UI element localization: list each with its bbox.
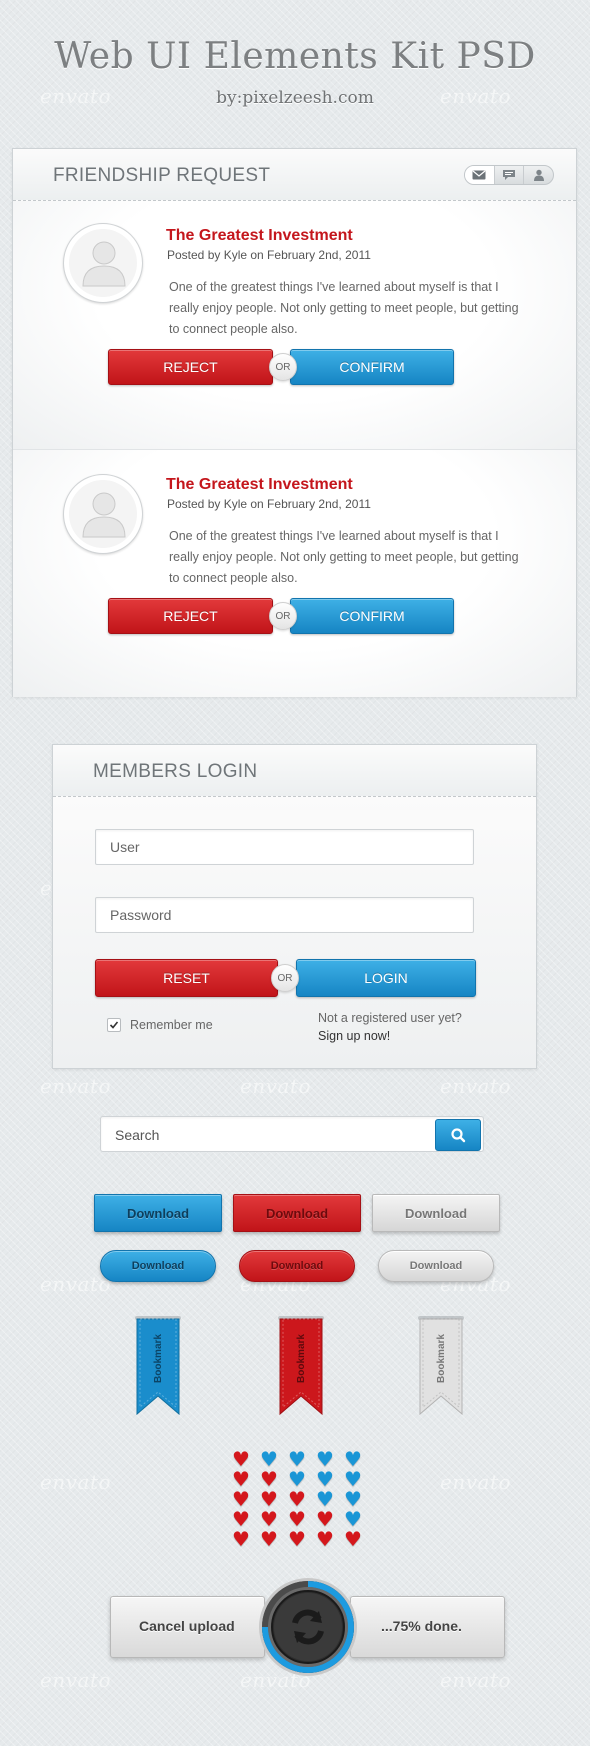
reject-button[interactable]: REJECT: [108, 598, 273, 634]
search-input[interactable]: Search: [115, 1127, 159, 1143]
watermark: envato: [440, 1668, 512, 1692]
chat-icon[interactable]: [493, 166, 524, 184]
user-icon[interactable]: [523, 166, 553, 184]
avatar: [63, 474, 143, 554]
bookmark-ribbon-blue[interactable]: Bookmark: [135, 1316, 181, 1416]
blue-heart-icon[interactable]: ♥: [288, 1449, 306, 1469]
red-heart-icon[interactable]: ♥: [288, 1509, 306, 1529]
refresh-icon[interactable]: [286, 1605, 330, 1649]
blue-heart-icon[interactable]: ♥: [316, 1489, 334, 1509]
red-heart-icon[interactable]: ♥: [316, 1529, 334, 1549]
page-title: Web UI Elements Kit PSD: [54, 36, 536, 77]
post-title[interactable]: The Greatest Investment: [166, 227, 353, 245]
red-heart-icon[interactable]: ♥: [316, 1509, 334, 1529]
user-field[interactable]: User: [95, 829, 474, 865]
post-body: One of the greatest things I've learned …: [169, 529, 519, 585]
cancel-upload-button[interactable]: Cancel upload: [110, 1596, 265, 1658]
login-button[interactable]: LOGIN: [296, 959, 476, 997]
post-meta: Posted by Kyle on February 2nd, 2011: [167, 497, 371, 511]
red-heart-icon[interactable]: ♥: [232, 1469, 250, 1489]
remember-me-label[interactable]: Remember me: [130, 1018, 213, 1032]
or-divider: OR: [269, 353, 297, 381]
bookmark-label: Bookmark: [295, 1333, 307, 1383]
user-silhouette-icon: [82, 241, 126, 287]
bookmark-ribbon-grey[interactable]: Bookmark: [418, 1316, 464, 1416]
blue-heart-icon[interactable]: ♥: [344, 1509, 362, 1529]
red-heart-icon[interactable]: ♥: [260, 1509, 278, 1529]
blue-heart-icon[interactable]: ♥: [316, 1449, 334, 1469]
confirm-button[interactable]: CONFIRM: [290, 349, 454, 385]
upload-progress-dial: [258, 1577, 358, 1677]
post-title[interactable]: The Greatest Investment: [166, 476, 353, 494]
mail-icon[interactable]: [465, 166, 494, 184]
reject-button[interactable]: REJECT: [108, 349, 273, 385]
header-icon-group: [464, 165, 554, 185]
bookmark-ribbon-red[interactable]: Bookmark: [278, 1316, 324, 1416]
bookmark-label: Bookmark: [435, 1333, 447, 1383]
blue-heart-icon[interactable]: ♥: [316, 1469, 334, 1489]
panel-title: FRIENDSHIP REQUEST: [53, 165, 271, 186]
blue-heart-icon[interactable]: ♥: [344, 1449, 362, 1469]
blue-heart-icon[interactable]: ♥: [344, 1489, 362, 1509]
search-box[interactable]: Search: [100, 1116, 484, 1152]
blue-heart-icon[interactable]: ♥: [260, 1449, 278, 1469]
friend-request-item: The Greatest Investment Posted by Kyle o…: [13, 201, 576, 449]
panel-header: MEMBERS LOGIN: [53, 745, 536, 797]
search-icon: [451, 1128, 466, 1143]
friend-request-item: The Greatest Investment Posted by Kyle o…: [13, 449, 576, 697]
panel-header: FRIENDSHIP REQUEST: [13, 149, 576, 201]
or-divider: OR: [269, 602, 297, 630]
red-heart-icon[interactable]: ♥: [232, 1489, 250, 1509]
red-heart-icon[interactable]: ♥: [288, 1489, 306, 1509]
red-heart-icon[interactable]: ♥: [288, 1529, 306, 1549]
download-pill-red[interactable]: Download: [239, 1250, 355, 1282]
watermark: envato: [40, 1470, 112, 1494]
bookmark-label: Bookmark: [152, 1333, 164, 1383]
download-button-grey[interactable]: Download: [372, 1194, 500, 1232]
red-heart-icon[interactable]: ♥: [260, 1529, 278, 1549]
watermark: envato: [40, 1074, 112, 1098]
red-heart-icon[interactable]: ♥: [260, 1469, 278, 1489]
reset-button[interactable]: RESET: [95, 959, 278, 997]
confirm-button[interactable]: CONFIRM: [290, 598, 454, 634]
blue-heart-icon[interactable]: ♥: [288, 1469, 306, 1489]
download-button-red[interactable]: Download: [233, 1194, 361, 1232]
or-divider: OR: [271, 964, 299, 992]
red-heart-icon[interactable]: ♥: [260, 1489, 278, 1509]
red-heart-icon[interactable]: ♥: [232, 1509, 250, 1529]
post-body: One of the greatest things I've learned …: [169, 280, 519, 336]
red-heart-icon[interactable]: ♥: [344, 1529, 362, 1549]
password-field[interactable]: Password: [95, 897, 474, 933]
checkmark-icon: [109, 1021, 119, 1029]
red-heart-icon[interactable]: ♥: [232, 1529, 250, 1549]
signup-link[interactable]: Sign up now!: [318, 1029, 390, 1043]
download-pill-blue[interactable]: Download: [100, 1250, 216, 1282]
blue-heart-icon[interactable]: ♥: [344, 1469, 362, 1489]
watermark: envato: [40, 1272, 112, 1296]
upload-status-text: ...75% done.: [381, 1618, 462, 1634]
watermark: envato: [240, 1074, 312, 1098]
download-button-blue[interactable]: Download: [94, 1194, 222, 1232]
watermark: envato: [40, 1668, 112, 1692]
search-button[interactable]: [435, 1119, 481, 1151]
watermark: envato: [440, 1074, 512, 1098]
upload-status-panel: ...75% done.: [350, 1596, 505, 1658]
remember-me-checkbox[interactable]: [107, 1018, 121, 1032]
red-heart-icon[interactable]: ♥: [232, 1449, 250, 1469]
page-subtitle: by:pixelzeesh.com: [216, 88, 374, 108]
cancel-upload-label: Cancel upload: [139, 1618, 235, 1634]
hearts-rating-grid: ♥ ♥ ♥ ♥ ♥ ♥ ♥ ♥ ♥ ♥ ♥ ♥ ♥ ♥ ♥ ♥ ♥ ♥ ♥ ♥ ♥ ♥ ♥ ♥ ♥: [232, 1449, 372, 1559]
download-pill-grey[interactable]: Download: [378, 1250, 494, 1282]
user-silhouette-icon: [82, 492, 126, 538]
post-meta: Posted by Kyle on February 2nd, 2011: [167, 248, 371, 262]
friendship-request-panel: FRIENDSHIP REQUEST The Greatest Investme…: [12, 148, 577, 697]
watermark: envato: [440, 1470, 512, 1494]
avatar: [63, 223, 143, 303]
panel-title: MEMBERS LOGIN: [93, 761, 258, 782]
not-registered-text: Not a registered user yet?: [318, 1011, 462, 1025]
members-login-panel: MEMBERS LOGIN User Password RESET OR LOG…: [52, 744, 537, 1069]
login-form: User Password RESET OR LOGIN Remember me…: [53, 797, 536, 1068]
